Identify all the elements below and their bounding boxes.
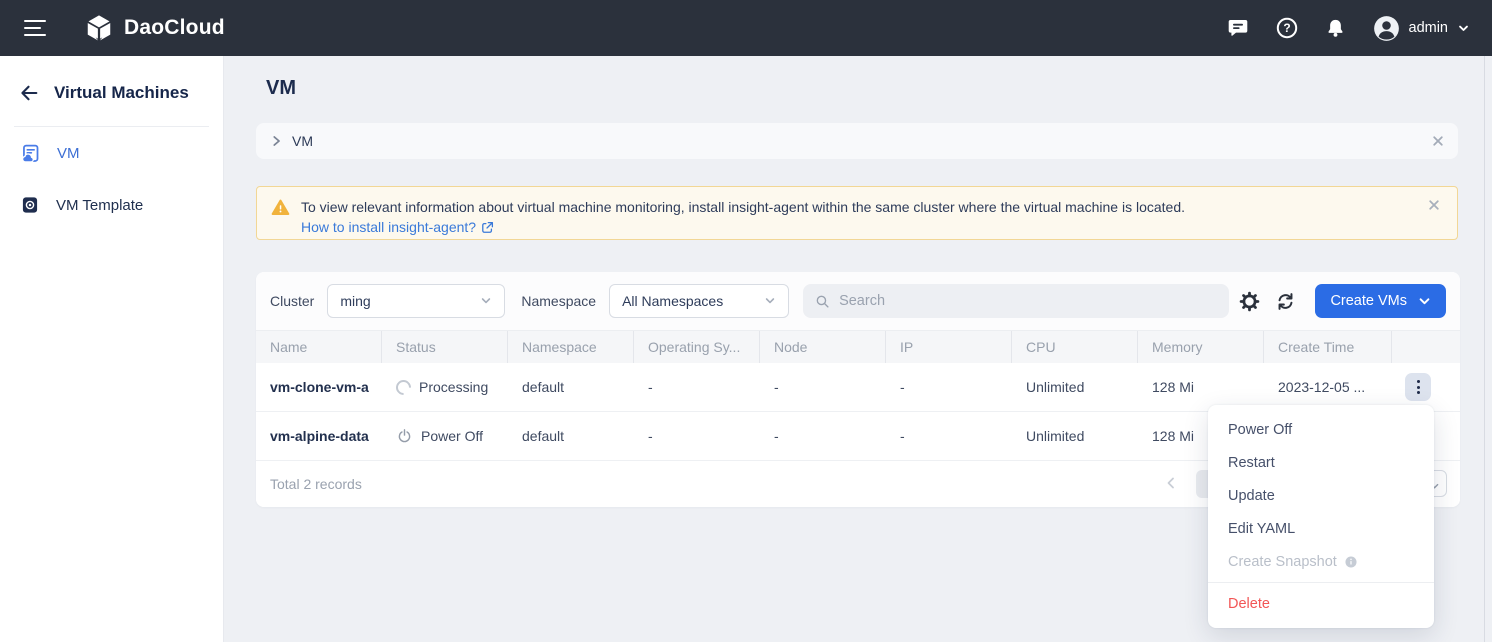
cell-create-time: 2023-12-05 ... — [1264, 379, 1392, 395]
status-badge: Processing — [419, 379, 488, 395]
menu-item-update[interactable]: Update — [1208, 479, 1434, 512]
column-header-cpu: CPU — [1012, 331, 1138, 363]
sidebar-title: Virtual Machines — [54, 83, 189, 103]
row-actions-kebab-button[interactable] — [1405, 373, 1431, 401]
menu-item-create-snapshot: Create Snapshot — [1208, 545, 1434, 578]
navbar-actions: ? admin — [1226, 15, 1492, 42]
avatar-icon — [1373, 15, 1400, 42]
svg-text:?: ? — [1283, 21, 1290, 35]
daocloud-logo-icon — [84, 13, 114, 43]
column-header-memory: Memory — [1138, 331, 1264, 363]
status-badge: Power Off — [421, 428, 483, 444]
help-icon[interactable]: ? — [1275, 16, 1299, 40]
info-icon — [1344, 555, 1358, 569]
search-box — [803, 284, 1229, 318]
chevron-down-icon — [1418, 295, 1431, 308]
namespace-select[interactable]: All Namespaces — [609, 284, 789, 318]
menu-toggle-icon[interactable] — [24, 20, 46, 36]
create-vms-button[interactable]: Create VMs — [1315, 284, 1446, 318]
cell-node: - — [760, 379, 886, 395]
vm-name-link[interactable]: vm-alpine-data — [270, 428, 369, 444]
sidebar-item-label: VM — [57, 145, 80, 162]
breadcrumb-label: VM — [292, 133, 313, 149]
expand-chevron-icon[interactable] — [269, 134, 283, 148]
column-header-node: Node — [760, 331, 886, 363]
menu-item-restart[interactable]: Restart — [1208, 446, 1434, 479]
create-vms-label: Create VMs — [1330, 293, 1407, 309]
cell-ip: - — [886, 379, 1012, 395]
cell-ip: - — [886, 428, 1012, 444]
alert-help-link[interactable]: How to install insight-agent? — [301, 217, 494, 237]
cell-namespace: default — [508, 428, 634, 444]
chevron-down-icon — [764, 295, 776, 307]
back-arrow-icon[interactable] — [18, 82, 40, 104]
chevron-down-icon — [1457, 22, 1470, 35]
alert-close-icon[interactable] — [1427, 198, 1441, 217]
vm-name-link[interactable]: vm-clone-vm-a — [270, 379, 369, 395]
column-header-actions — [1392, 331, 1460, 363]
cell-cpu: Unlimited — [1012, 379, 1138, 395]
vm-template-icon — [20, 195, 40, 215]
row-actions-context-menu: Power Off Restart Update Edit YAML Creat… — [1208, 405, 1434, 628]
cell-os: - — [634, 428, 760, 444]
cell-os: - — [634, 379, 760, 395]
column-header-create-time: Create Time — [1264, 331, 1392, 363]
cell-cpu: Unlimited — [1012, 428, 1138, 444]
sidebar-item-vm-template[interactable]: VM Template — [0, 179, 223, 231]
menu-item-power-off[interactable]: Power Off — [1208, 413, 1434, 446]
table-header-row: Name Status Namespace Operating Sy... No… — [256, 330, 1460, 363]
column-header-status: Status — [382, 331, 508, 363]
alert-message: To view relevant information about virtu… — [301, 197, 1185, 217]
pagination-prev-icon[interactable] — [1164, 476, 1178, 490]
notifications-bell-icon[interactable] — [1324, 16, 1348, 40]
search-icon — [814, 293, 831, 310]
column-header-name: Name — [256, 331, 382, 363]
sidebar-header: Virtual Machines — [0, 56, 223, 126]
monitoring-alert: To view relevant information about virtu… — [256, 186, 1458, 240]
column-header-ip: IP — [886, 331, 1012, 363]
search-input[interactable] — [839, 293, 1218, 309]
menu-divider — [1208, 582, 1434, 583]
user-menu[interactable]: admin — [1373, 15, 1471, 42]
chevron-down-icon — [480, 295, 492, 307]
app-window: DaoCloud ? — [0, 0, 1492, 642]
refresh-icon[interactable] — [1273, 289, 1297, 313]
external-link-icon — [481, 221, 494, 234]
cluster-select-value: ming — [340, 293, 370, 309]
scrollbar-track[interactable] — [1484, 56, 1485, 642]
sidebar: Virtual Machines VM VM — [0, 56, 224, 642]
brand-name: DaoCloud — [124, 16, 225, 40]
column-header-namespace: Namespace — [508, 331, 634, 363]
page-title: VM — [266, 77, 296, 100]
menu-item-edit-yaml[interactable]: Edit YAML — [1208, 512, 1434, 545]
namespace-label: Namespace — [521, 293, 596, 309]
top-navbar: DaoCloud ? — [0, 0, 1492, 56]
total-records: Total 2 records — [270, 476, 362, 492]
power-off-icon — [396, 428, 413, 445]
brand: DaoCloud — [84, 13, 225, 43]
breadcrumb-close-icon[interactable] — [1431, 134, 1445, 148]
gear-icon[interactable] — [1237, 289, 1261, 313]
vm-doc-cloud-icon — [20, 143, 41, 164]
sidebar-item-vm[interactable]: VM — [0, 127, 223, 179]
cluster-label: Cluster — [270, 293, 314, 309]
user-name: admin — [1409, 20, 1449, 36]
warning-triangle-icon — [271, 198, 290, 229]
processing-spinner-icon — [393, 379, 414, 395]
cluster-select[interactable]: ming — [327, 284, 505, 318]
sidebar-item-label: VM Template — [56, 197, 143, 214]
cell-node: - — [760, 428, 886, 444]
namespace-select-value: All Namespaces — [622, 293, 723, 309]
column-header-os: Operating Sy... — [634, 331, 760, 363]
cell-namespace: default — [508, 379, 634, 395]
cell-memory: 128 Mi — [1138, 379, 1264, 395]
message-icon[interactable] — [1226, 16, 1250, 40]
breadcrumb-bar: VM — [256, 123, 1458, 159]
table-toolbar: Cluster ming Namespace All Namespaces — [256, 272, 1460, 330]
menu-item-delete[interactable]: Delete — [1208, 587, 1434, 620]
